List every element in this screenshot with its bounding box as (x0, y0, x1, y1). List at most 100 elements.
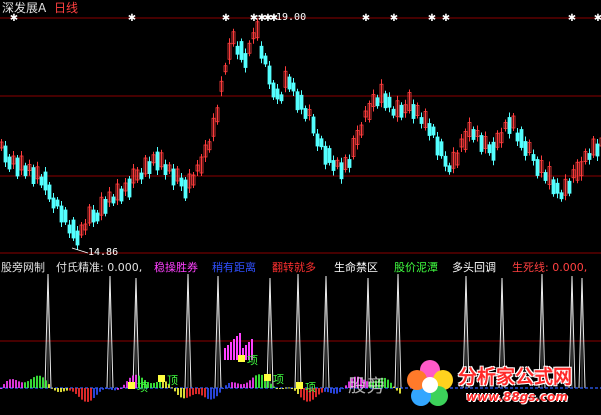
histogram-bar (84, 388, 86, 402)
period-label[interactable]: 日线 (54, 1, 78, 15)
histogram-bar (267, 380, 269, 388)
candle-body (179, 177, 184, 187)
logo-url-text: www.88gs.com (466, 390, 568, 404)
candle-body (279, 94, 284, 102)
signal-star-icon: ✱ (390, 13, 398, 24)
signal-label: 项 (137, 381, 148, 394)
histogram-bar (81, 388, 83, 400)
candle-body (59, 205, 64, 223)
signal-star-icon: ✱ (128, 13, 136, 24)
indicator-legend-item[interactable]: 生死线: 0.000, (512, 260, 587, 275)
histogram-bar (111, 388, 113, 390)
candle-body (519, 129, 524, 148)
signal-star-icon: ✱ (568, 13, 576, 24)
histogram-bar (174, 388, 176, 392)
candle-body (119, 188, 124, 202)
candle-body (303, 108, 308, 119)
candle-body (127, 178, 132, 198)
histogram-bar (27, 381, 29, 388)
histogram-bar (99, 388, 101, 392)
candle-body (439, 141, 444, 157)
histogram-bar (42, 377, 44, 388)
low-price-label: 14.86 (88, 247, 119, 258)
candle-body (551, 179, 556, 195)
histogram-bar (63, 388, 65, 392)
histogram-bar (60, 388, 62, 393)
indicator-legend-item[interactable]: 稳操胜券 (154, 260, 198, 275)
histogram-bar (300, 388, 302, 398)
signal-label: 顶 (167, 374, 178, 387)
histogram-bar (33, 377, 35, 388)
chart-window[interactable]: ✱ ✱ ✱ ✱ ✱ ✱ ✱ ✱ ✱ ✱ ✱ ✱ ✱ 深发展A 日线 19.00 14.86 股旁网制 付氏… (0, 0, 601, 415)
signal-label: 项 (273, 373, 284, 386)
histogram-bar (222, 388, 224, 389)
histogram-bar (198, 388, 200, 395)
candle-body (431, 126, 436, 136)
histogram-bar (9, 379, 11, 388)
histogram-bar (48, 384, 50, 388)
signal-marker (264, 374, 271, 381)
histogram-bar (12, 379, 14, 388)
candle-body (311, 116, 316, 134)
indicator-legend-item[interactable]: 股价泥潭 (394, 260, 438, 275)
stock-name[interactable]: 深发展A (2, 1, 46, 15)
signal-label: 项 (247, 354, 258, 367)
indicator-legend-item[interactable]: 多头回调 (452, 260, 496, 275)
candle-body (71, 219, 76, 239)
indicator-legend-item[interactable]: 翻转就多 (272, 260, 316, 275)
candle-body (163, 164, 168, 176)
candle-body (75, 230, 80, 246)
signal-star-icon: ✱ (428, 13, 436, 24)
grid-lines (0, 17, 601, 342)
candle-body (559, 192, 564, 200)
histogram-bar (93, 388, 95, 398)
watermark-text: 股旁 (348, 376, 386, 397)
histogram-bar (180, 388, 182, 398)
candle-body (427, 123, 432, 136)
histogram-bar (324, 388, 326, 392)
candle-body (447, 165, 452, 173)
histogram-bar (6, 380, 8, 388)
histogram-bar (249, 380, 251, 388)
candle-body (515, 132, 520, 142)
histogram-bar (72, 388, 74, 392)
candle-body (103, 198, 108, 214)
candle-body (375, 97, 380, 107)
histogram-bar (225, 385, 227, 388)
candle-body (471, 129, 476, 140)
histogram-bar (57, 388, 59, 392)
candle-body (67, 224, 72, 234)
indicator-legend[interactable]: 股旁网制 付氏精准: 0.000, 稳操胜券 稍有距离 翻转就多 生命禁区 股价泥潭 多头回调… (0, 260, 601, 275)
candle-body (523, 141, 528, 156)
candle-body (479, 135, 484, 152)
indicator-legend-item[interactable]: 稍有距离 (212, 260, 256, 275)
histogram-bar (189, 388, 191, 397)
price-chart[interactable]: ✱ ✱ ✱ ✱ ✱✱✱ ✱ ✱ ✱ ✱ ✱ ✱ (0, 0, 601, 415)
flower-logo-icon (407, 360, 453, 406)
candle-body (63, 209, 68, 223)
histogram-bar (210, 388, 212, 400)
candle-body (7, 156, 12, 170)
candle-body (383, 93, 388, 109)
candle-body (491, 141, 496, 161)
candle-body (315, 133, 320, 147)
histogram-bar (333, 388, 335, 394)
histogram-bar (120, 387, 122, 389)
candle-body (299, 94, 304, 110)
candle-body (319, 138, 324, 148)
indicator-legend-item[interactable]: 生命禁区 (334, 260, 378, 275)
histogram-bar (213, 388, 215, 399)
candle-body (183, 179, 188, 199)
high-price-label: 19.00 (276, 12, 307, 23)
histogram-bar (285, 387, 287, 389)
candle-body (347, 159, 352, 168)
histogram-bar (231, 382, 233, 388)
indicator-legend-item[interactable]: 股旁网制 (1, 260, 45, 275)
histogram-bar (54, 388, 56, 391)
signal-star-icon: ✱ (362, 13, 370, 24)
candle-body (587, 153, 592, 160)
candle-body (95, 212, 100, 222)
indicator-legend-item[interactable]: 付氏精准: 0.000, (56, 260, 142, 275)
candle-body (259, 45, 264, 59)
signal-marker (128, 382, 135, 389)
